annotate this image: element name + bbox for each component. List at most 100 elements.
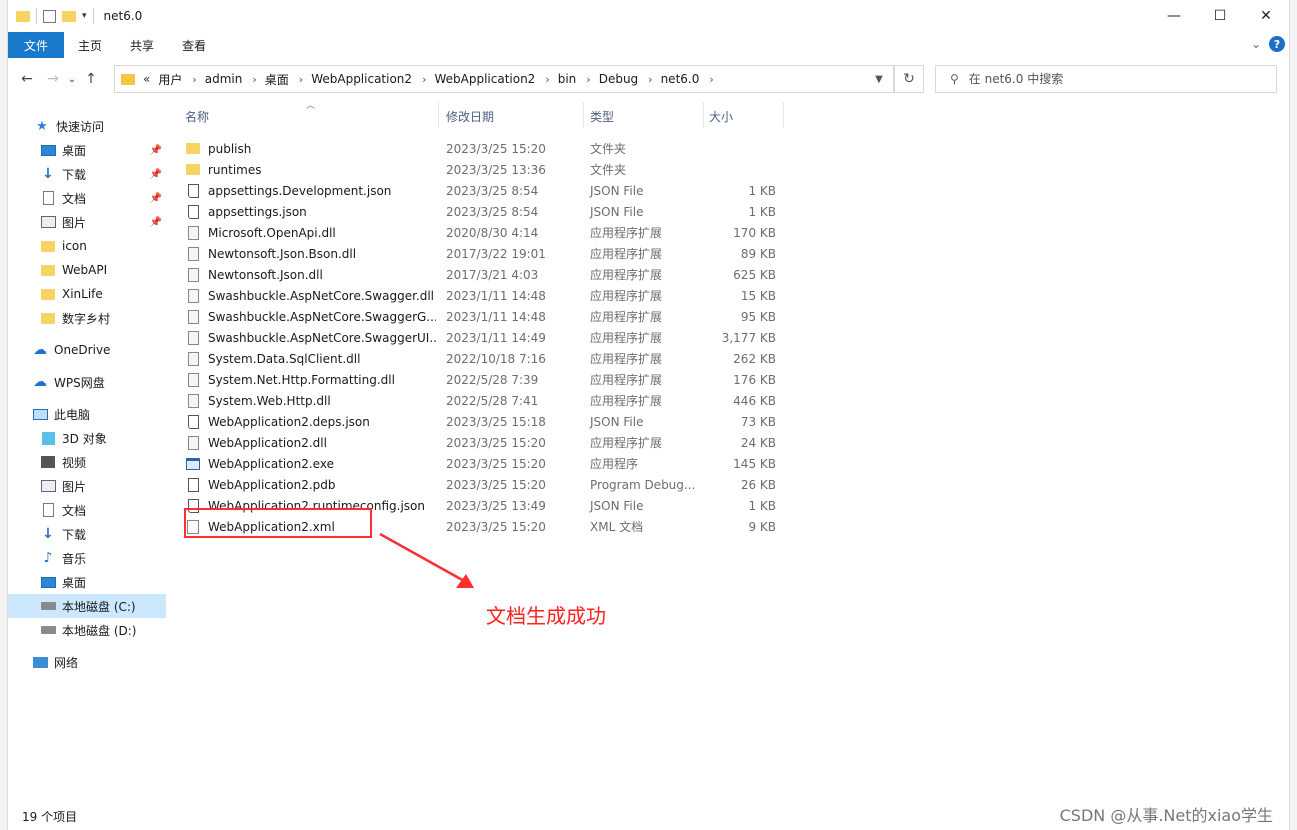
properties-icon[interactable] [43, 9, 56, 23]
sidebar-item-downloads[interactable]: ↓ 下载 📌 [8, 162, 166, 186]
column-header-type[interactable]: 类型 [590, 108, 614, 125]
breadcrumb-webapplication2-solution[interactable]: WebApplication2 [311, 72, 412, 86]
file-name-cell[interactable]: WebApplication2.pdb [186, 477, 436, 492]
sidebar-item-documents[interactable]: 文档 📌 [8, 186, 166, 210]
sidebar-item-wps[interactable]: ☁ WPS网盘 [8, 370, 166, 394]
file-name-cell[interactable]: Newtonsoft.Json.Bson.dll [186, 246, 436, 261]
file-name-cell[interactable]: System.Web.Http.dll [186, 393, 436, 408]
file-name-cell[interactable]: appsettings.Development.json [186, 183, 436, 198]
tab-share[interactable]: 共享 [116, 32, 168, 58]
file-name-cell[interactable]: Swashbuckle.AspNetCore.Swagger.dll [186, 288, 436, 303]
column-divider[interactable] [703, 102, 704, 128]
file-name-cell[interactable]: WebApplication2.dll [186, 435, 436, 450]
table-row[interactable]: System.Web.Http.dll 2022/5/28 7:41 应用程序扩展 4… [178, 390, 1278, 411]
table-row[interactable]: Swashbuckle.AspNetCore.SwaggerG... 2023/1… [178, 306, 1278, 327]
sidebar-item-pc-downloads[interactable]: ↓ 下载 [8, 522, 166, 546]
sidebar-item-videos[interactable]: 视频 [8, 450, 166, 474]
table-row[interactable]: WebApplication2.dll 2023/3/25 15:20 应用程序扩展… [178, 432, 1278, 453]
tab-view[interactable]: 查看 [168, 32, 220, 58]
breadcrumb-net6[interactable]: net6.0 [661, 72, 700, 86]
table-row[interactable]: WebApplication2.exe 2023/3/25 15:20 应用程序 14… [178, 453, 1278, 474]
sidebar-item-pc-pictures[interactable]: 图片 [8, 474, 166, 498]
chevron-right-icon[interactable]: › [545, 73, 549, 86]
close-button[interactable]: ✕ [1243, 0, 1289, 32]
table-row[interactable]: Newtonsoft.Json.Bson.dll 2017/3/22 19:01 应… [178, 243, 1278, 264]
chevron-right-icon[interactable]: › [252, 73, 256, 86]
table-row[interactable]: WebApplication2.pdb 2023/3/25 15:20 Progra… [178, 474, 1278, 495]
breadcrumb-admin[interactable]: admin [205, 72, 243, 86]
forward-button[interactable]: → [40, 66, 66, 92]
file-name-cell[interactable]: System.Data.SqlClient.dll [186, 351, 436, 366]
sidebar-item-digital-village[interactable]: 数字乡村 [8, 306, 166, 330]
pin-icon[interactable]: 📌 [150, 145, 162, 156]
sidebar-item-3d-objects[interactable]: 3D 对象 [8, 426, 166, 450]
sidebar-item-icon[interactable]: icon [8, 234, 166, 258]
tab-file[interactable]: 文件 [8, 32, 64, 58]
file-name-cell[interactable]: WebApplication2.exe [186, 457, 436, 471]
chevron-right-icon[interactable]: › [648, 73, 652, 86]
sidebar-item-drive-c[interactable]: 本地磁盘 (C:) [8, 594, 166, 618]
file-name-cell[interactable]: WebApplication2.deps.json [186, 414, 436, 429]
breadcrumb-users[interactable]: 用户 [158, 71, 182, 88]
breadcrumb-webapplication2-project[interactable]: WebApplication2 [434, 72, 535, 86]
help-icon[interactable]: ? [1269, 36, 1285, 52]
column-header-name[interactable]: 名称 [185, 108, 209, 125]
chevron-right-icon[interactable]: › [586, 73, 590, 86]
chevron-right-icon[interactable]: › [299, 73, 303, 86]
address-bar[interactable]: « 用户 › admin › 桌面 › WebApplication2 › We… [114, 65, 894, 93]
column-header-size[interactable]: 大小 [709, 108, 733, 125]
chevron-down-icon[interactable]: ▾ [82, 11, 87, 21]
back-button[interactable]: ← [14, 66, 40, 92]
table-row[interactable]: publish 2023/3/25 15:20 文件夹 [178, 138, 1278, 159]
sidebar-item-webapi[interactable]: WebAPI [8, 258, 166, 282]
file-name-cell[interactable]: System.Net.Http.Formatting.dll [186, 372, 436, 387]
breadcrumb-desktop[interactable]: 桌面 [265, 71, 289, 88]
file-name-cell[interactable]: Microsoft.OpenApi.dll [186, 225, 436, 240]
table-row[interactable]: Swashbuckle.AspNetCore.SwaggerUI... 2023/… [178, 327, 1278, 348]
sidebar-item-onedrive[interactable]: ☁ OneDrive [8, 338, 166, 362]
file-name-cell[interactable]: Newtonsoft.Json.dll [186, 267, 436, 282]
maximize-button[interactable]: ☐ [1197, 0, 1243, 32]
column-header-date[interactable]: 修改日期 [446, 108, 494, 125]
sidebar-item-pc-desktop[interactable]: 桌面 [8, 570, 166, 594]
search-box[interactable]: ⚲ [935, 65, 1277, 93]
file-name-cell[interactable]: runtimes [186, 163, 436, 177]
table-row[interactable]: System.Data.SqlClient.dll 2022/10/18 7:16… [178, 348, 1278, 369]
table-row[interactable]: Swashbuckle.AspNetCore.Swagger.dll 2023/1… [178, 285, 1278, 306]
sidebar-item-network[interactable]: 网络 [8, 650, 166, 674]
sidebar-item-music[interactable]: ♪ 音乐 [8, 546, 166, 570]
new-folder-icon[interactable] [62, 10, 76, 22]
breadcrumb-overflow[interactable]: « [143, 72, 150, 86]
file-name-cell[interactable]: Swashbuckle.AspNetCore.SwaggerUI... [186, 330, 436, 345]
column-divider[interactable] [583, 102, 584, 128]
table-row[interactable]: runtimes 2023/3/25 13:36 文件夹 [178, 159, 1278, 180]
sidebar-item-pictures[interactable]: 图片 📌 [8, 210, 166, 234]
recent-locations-button[interactable]: ⌄ [66, 66, 78, 92]
minimize-button[interactable]: — [1151, 0, 1197, 32]
address-dropdown-icon[interactable]: ▼ [865, 66, 893, 92]
pin-icon[interactable]: 📌 [150, 217, 162, 228]
refresh-button[interactable]: ↻ [894, 65, 924, 93]
ribbon-expand-icon[interactable]: ⌄ [1251, 37, 1261, 51]
sidebar-item-this-pc[interactable]: 此电脑 [8, 402, 166, 426]
file-name-cell[interactable]: appsettings.json [186, 204, 436, 219]
search-input[interactable] [968, 72, 1249, 86]
pin-icon[interactable]: 📌 [150, 193, 162, 204]
table-row[interactable]: appsettings.Development.json 2023/3/25 8:… [178, 180, 1278, 201]
table-row[interactable]: WebApplication2.deps.json 2023/3/25 15:18… [178, 411, 1278, 432]
file-name-cell[interactable]: publish [186, 142, 436, 156]
breadcrumb-bin[interactable]: bin [558, 72, 577, 86]
chevron-right-icon[interactable]: › [709, 73, 713, 86]
up-button[interactable]: ↑ [78, 66, 104, 92]
table-row[interactable]: Microsoft.OpenApi.dll 2020/8/30 4:14 应用程序扩… [178, 222, 1278, 243]
tab-home[interactable]: 主页 [64, 32, 116, 58]
table-row[interactable]: appsettings.json 2023/3/25 8:54 JSON File 1… [178, 201, 1278, 222]
file-name-cell[interactable]: Swashbuckle.AspNetCore.SwaggerG... [186, 309, 436, 324]
breadcrumb-debug[interactable]: Debug [599, 72, 638, 86]
sidebar-item-quick-access[interactable]: ★ 快速访问 [8, 114, 166, 138]
sidebar-item-desktop[interactable]: 桌面 📌 [8, 138, 166, 162]
table-row[interactable]: Newtonsoft.Json.dll 2017/3/21 4:03 应用程序扩展 6… [178, 264, 1278, 285]
sidebar-item-pc-documents[interactable]: 文档 [8, 498, 166, 522]
chevron-right-icon[interactable]: › [192, 73, 196, 86]
sidebar-item-xinlife[interactable]: XinLife [8, 282, 166, 306]
